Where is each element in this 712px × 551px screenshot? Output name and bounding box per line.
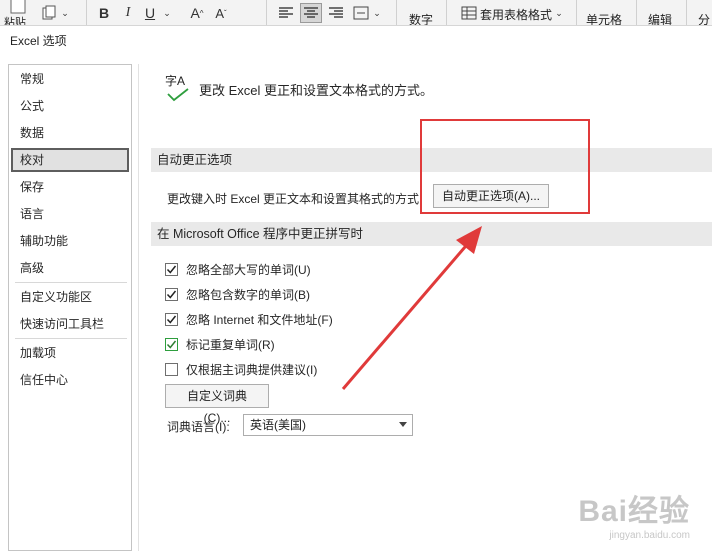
paste-icon[interactable]: [6, 0, 30, 14]
paste-label[interactable]: 粘贴: [4, 14, 26, 25]
autocorrect-description: 更改键入时 Excel 更正文本和设置其格式的方式: [167, 192, 420, 206]
align-right-icon[interactable]: [328, 5, 344, 21]
cell-group-label[interactable]: 单元格: [586, 11, 622, 25]
sidebar-item-proofing[interactable]: 校对: [11, 148, 129, 172]
checkbox-label: 标记重复单词(R): [186, 337, 275, 352]
align-center-icon[interactable]: [300, 3, 322, 23]
sidebar-divider: [15, 282, 127, 283]
sidebar-item-language[interactable]: 语言: [11, 202, 129, 226]
sidebar-item-accessibility[interactable]: 辅助功能: [11, 229, 129, 253]
proofing-icon: 字A: [165, 72, 191, 104]
sidebar-item-data[interactable]: 数据: [11, 121, 129, 145]
spelling-section-header: 在 Microsoft Office 程序中更正拼写时: [151, 222, 712, 246]
ribbon: 粘贴 ⌄ B I U ⌄ A ^ Aˇ ⌄ 数字 套用表格格式 ⌄ 单元格 编辑 …: [0, 0, 712, 26]
watermark: Bai经验 jingyan.baidu.com: [578, 486, 690, 541]
dictionary-language-value: 英语(美国): [250, 418, 306, 432]
font-shrink-icon[interactable]: Aˇ: [212, 4, 230, 22]
checkbox-ignore-numbers[interactable]: 忽略包含数字的单词(B): [165, 285, 310, 303]
checkbox[interactable]: [165, 362, 178, 376]
checkbox[interactable]: [165, 337, 178, 351]
sidebar: 常规 公式 数据 校对 保存 语言 辅助功能 高级 自定义功能区 快速访问工具栏…: [8, 64, 132, 551]
excel-options-dialog: Excel 选项 常规 公式 数据 校对 保存 语言 辅助功能 高级 自定义功能…: [0, 26, 712, 551]
analyze-group-label[interactable]: 分: [698, 11, 710, 25]
sidebar-divider: [15, 338, 127, 339]
annotation-highlight-box: [420, 119, 590, 214]
italic-button[interactable]: I: [120, 4, 136, 22]
checkbox-flag-repeated[interactable]: 标记重复单词(R): [165, 335, 275, 353]
sidebar-item-general[interactable]: 常规: [11, 67, 129, 91]
number-group-label[interactable]: 数字: [409, 11, 433, 25]
dictionary-language-label: 词典语言(I):: [167, 420, 230, 434]
custom-dictionaries-button[interactable]: 自定义词典(C)...: [165, 384, 269, 425]
font-grow-icon[interactable]: A ^: [188, 4, 206, 22]
copy-dropdown-icon[interactable]: ⌄: [60, 6, 70, 20]
align-left-icon[interactable]: [278, 5, 294, 21]
underline-button[interactable]: U: [142, 4, 158, 22]
sidebar-item-trust-center[interactable]: 信任中心: [11, 368, 129, 392]
edit-group-label[interactable]: 编辑: [648, 11, 672, 25]
checkbox-main-dictionary[interactable]: 仅根据主词典提供建议(I): [165, 360, 317, 378]
underline-dropdown-icon[interactable]: ⌄: [162, 6, 172, 20]
chevron-down-icon: [399, 422, 407, 427]
sidebar-item-formulas[interactable]: 公式: [11, 94, 129, 118]
copy-icon[interactable]: [40, 4, 58, 22]
bold-button[interactable]: B: [96, 4, 112, 22]
checkbox-ignore-internet[interactable]: 忽略 Internet 和文件地址(F): [165, 310, 333, 328]
sidebar-item-customize-ribbon[interactable]: 自定义功能区: [11, 285, 129, 309]
checkbox[interactable]: [165, 312, 178, 326]
merge-center-icon[interactable]: [352, 4, 370, 22]
watermark-url: jingyan.baidu.com: [609, 530, 690, 541]
dictionary-language-select[interactable]: 英语(美国): [243, 414, 413, 436]
proofing-icon-text: 字A: [165, 74, 186, 88]
sidebar-item-advanced[interactable]: 高级: [11, 256, 129, 280]
checkbox-label: 忽略 Internet 和文件地址(F): [186, 312, 333, 327]
table-format-dropdown-icon[interactable]: ⌄: [554, 6, 564, 20]
table-format-icon[interactable]: [460, 4, 478, 22]
watermark-logo: Bai经验: [578, 495, 690, 528]
sidebar-item-add-ins[interactable]: 加载项: [11, 341, 129, 365]
table-format-button[interactable]: 套用表格格式: [480, 6, 552, 23]
merge-dropdown-icon[interactable]: ⌄: [372, 6, 382, 20]
page-description: 更改 Excel 更正和设置文本格式的方式。: [199, 83, 434, 98]
sidebar-item-quick-access-toolbar[interactable]: 快速访问工具栏: [11, 312, 129, 336]
dialog-title: Excel 选项: [10, 34, 67, 48]
checkbox[interactable]: [165, 287, 178, 301]
checkbox-label: 忽略包含数字的单词(B): [186, 287, 310, 302]
checkbox-label: 仅根据主词典提供建议(I): [186, 362, 318, 377]
sidebar-item-save[interactable]: 保存: [11, 175, 129, 199]
checkbox[interactable]: [165, 262, 178, 276]
checkbox-ignore-uppercase[interactable]: 忽略全部大写的单词(U): [165, 260, 311, 278]
checkbox-label: 忽略全部大写的单词(U): [186, 262, 311, 277]
